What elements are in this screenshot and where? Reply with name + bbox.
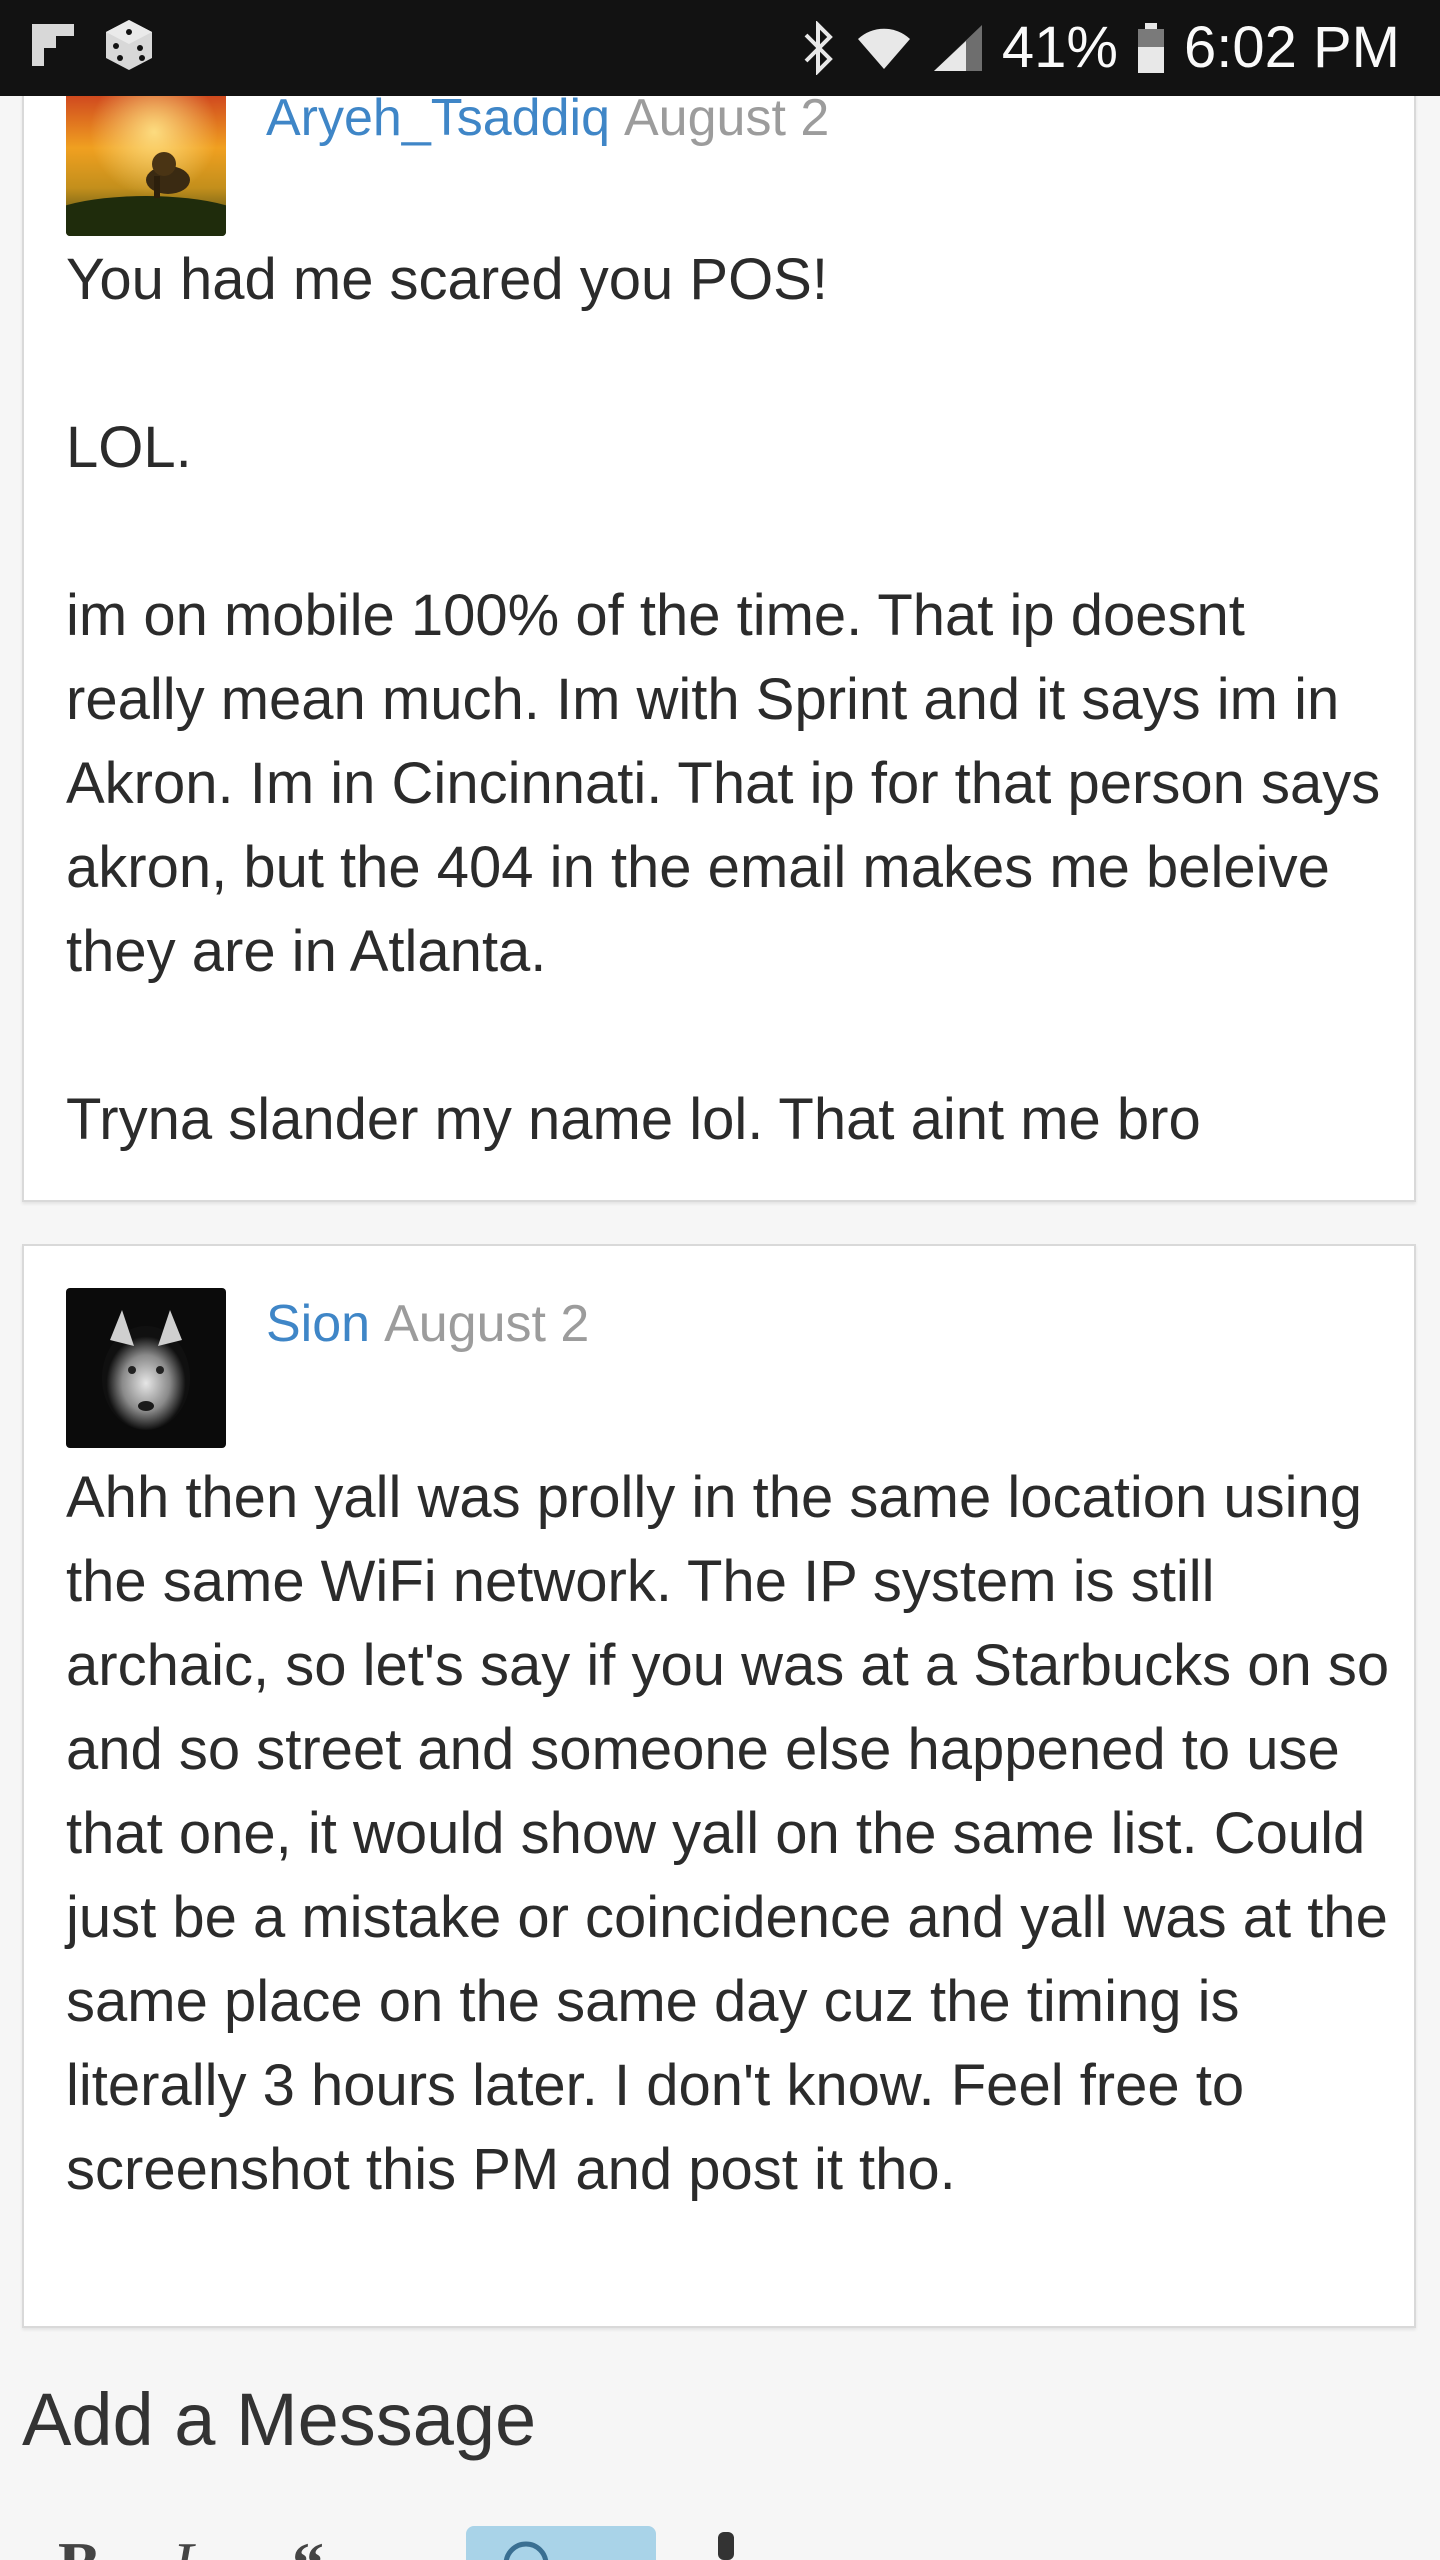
- post-meta: Sion August 2: [266, 1294, 589, 1354]
- mention-button[interactable]: [466, 2526, 656, 2560]
- username-link[interactable]: Aryeh_Tsaddiq: [266, 89, 610, 147]
- italic-button[interactable]: I: [172, 2528, 193, 2560]
- at-icon: [503, 2541, 549, 2560]
- message-paragraph: You had me scared you POS!: [66, 247, 828, 312]
- add-message-heading: Add a Message: [22, 2378, 537, 2461]
- bold-button[interactable]: B: [58, 2528, 101, 2560]
- message-body: Ahh then yall was prolly in the same loc…: [66, 1456, 1396, 2212]
- message-card: Aryeh_Tsaddiq August 2 You had me scared …: [22, 40, 1416, 1202]
- post-date: August 2: [384, 1295, 590, 1353]
- post-meta: Aryeh_Tsaddiq August 2: [266, 88, 829, 148]
- quote-button[interactable]: “: [292, 2528, 324, 2560]
- clock: 6:02 PM: [1184, 15, 1400, 80]
- battery-percent: 41%: [1001, 15, 1118, 80]
- wifi-icon: [857, 28, 910, 69]
- message-paragraph: Tryna slander my name lol. That aint me …: [66, 1087, 1201, 1152]
- link-icon[interactable]: [712, 2526, 752, 2560]
- bluetooth-icon: [804, 21, 833, 75]
- battery-icon: [1138, 23, 1164, 73]
- message-paragraph: im on mobile 100% of the time. That ip d…: [66, 583, 1381, 984]
- username-link[interactable]: Sion: [266, 1295, 370, 1353]
- message-body: You had me scared you POS! LOL. im on mo…: [66, 238, 1396, 1162]
- message-card: Sion August 2 Ahh then yall was prolly in…: [22, 1244, 1416, 2328]
- editor-toolbar: B I “: [22, 2500, 1416, 2560]
- post-date: August 2: [624, 89, 830, 147]
- flipboard-icon: [32, 24, 74, 66]
- message-paragraph: Ahh then yall was prolly in the same loc…: [66, 1465, 1390, 2202]
- signal-icon: [933, 25, 982, 71]
- avatar[interactable]: [66, 76, 226, 236]
- message-paragraph: LOL.: [66, 415, 192, 480]
- status-bar: 41% 6:02 PM: [0, 0, 1440, 96]
- dice-icon: [106, 20, 152, 70]
- avatar[interactable]: [66, 1288, 226, 1448]
